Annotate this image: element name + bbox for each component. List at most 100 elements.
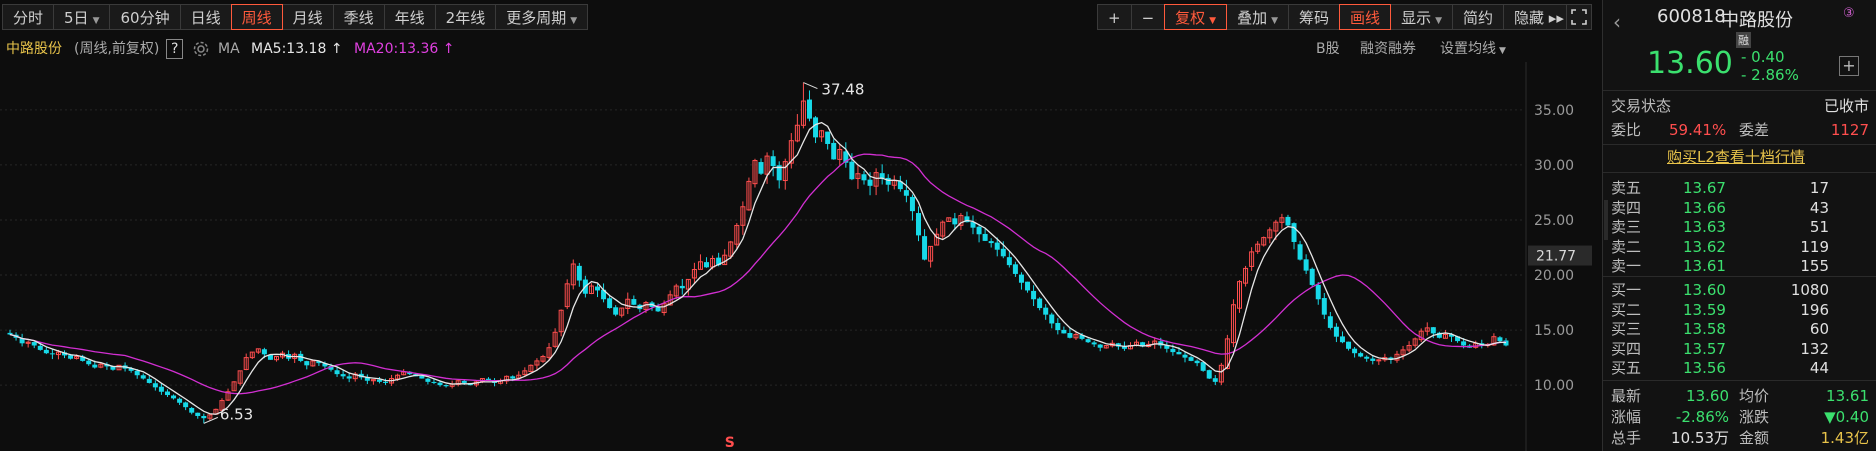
trade-status-value: 已收市: [1823, 97, 1869, 115]
candle-body: [825, 131, 831, 144]
bid-label: 买一: [1611, 281, 1642, 299]
period-button-label: 日线: [190, 9, 221, 27]
add-watchlist-button[interactable]: +: [1839, 56, 1859, 76]
stat-label: 涨幅: [1611, 408, 1642, 426]
candle-body: [1097, 344, 1103, 348]
ma20-line: [9, 153, 1507, 395]
candle-body: [146, 378, 152, 383]
tool-button-6[interactable]: 显示 ▼: [1390, 4, 1453, 30]
help-icon[interactable]: ?: [166, 39, 184, 59]
back-chevron-icon[interactable]: ‹: [1613, 10, 1621, 34]
ma-label: MA: [218, 41, 240, 57]
b-share-link[interactable]: B股: [1316, 38, 1340, 60]
quote-row: 卖五 13.67 17: [1603, 178, 1876, 198]
candle-body: [576, 265, 582, 281]
candle-body: [7, 332, 13, 335]
tool-button-4[interactable]: 筹码: [1288, 4, 1341, 30]
bid-label: 买五: [1611, 359, 1642, 377]
bid-label: 买二: [1611, 300, 1642, 319]
period-button-8[interactable]: 2年线: [434, 4, 497, 30]
period-button-9[interactable]: 更多周期 ▼: [495, 4, 589, 30]
quote-row: 卖二 13.62 119: [1603, 237, 1876, 257]
candle-body: [1012, 264, 1018, 274]
tool-button-7[interactable]: 简约: [1452, 4, 1505, 30]
period-button-6[interactable]: 季线: [332, 4, 385, 30]
period-button-7[interactable]: 年线: [383, 4, 436, 30]
signal-marker[interactable]: S: [725, 435, 735, 451]
candle-body: [631, 299, 637, 305]
ma20-value: MA20:13.36 ↑: [354, 41, 455, 57]
bid-volume: 196: [1800, 300, 1829, 319]
candle-body: [594, 286, 600, 291]
candle-body: [189, 407, 195, 413]
candle-body: [885, 177, 891, 185]
tool-button-8[interactable]: 隐藏 ▸▸: [1503, 4, 1575, 30]
candlestick-chart[interactable]: 35.00 30.00 25.00 20.00 15.00 10.00 21.77 37.48…: [0, 62, 1596, 451]
bid-label: 买三: [1611, 320, 1642, 338]
margin-badge: 融: [1736, 32, 1751, 48]
stat-value: 13.61: [1826, 387, 1869, 405]
divider: [1603, 276, 1876, 277]
period-button-3[interactable]: 日线: [179, 4, 232, 30]
candle-body: [849, 161, 855, 180]
weibi-value: 59.41%: [1669, 121, 1727, 139]
stat-value: 13.60: [1686, 387, 1729, 405]
candle-body: [1212, 378, 1218, 382]
set-ma-dropdown[interactable]: 设置均线 ▼: [1440, 38, 1506, 62]
stat-value: ▼0.40: [1824, 408, 1869, 426]
candle-body: [383, 381, 389, 383]
tool-button-5[interactable]: 画线: [1339, 4, 1392, 30]
bid-price: 13.56: [1683, 359, 1726, 377]
candle-body: [879, 173, 885, 179]
candle-body: [1170, 348, 1176, 353]
price-change-pct: - 2.86%: [1741, 66, 1799, 84]
candle-body: [867, 179, 873, 186]
tool-button-3[interactable]: 叠加 ▼: [1226, 4, 1290, 30]
stat-value: -2.86%: [1675, 408, 1729, 426]
ask-label: 卖五: [1611, 179, 1642, 197]
period-button-label: 更多周期: [506, 9, 567, 27]
candle-body: [152, 383, 158, 388]
fullscreen-icon[interactable]: [1566, 4, 1592, 30]
candle-body: [425, 378, 431, 382]
tool-button-1[interactable]: −: [1130, 4, 1166, 30]
tool-button-label: −: [1141, 9, 1155, 27]
bid-volume: 1080: [1790, 281, 1829, 299]
stat-value: 10.53万: [1671, 429, 1729, 447]
quote-panel: ‹ 600818 中路股份 ③ 融 13.60- 0.40- 2.86% + 交易状态 已收市委…: [1602, 0, 1876, 451]
period-button-5[interactable]: 月线: [281, 4, 334, 30]
ask-label: 卖三: [1611, 218, 1642, 236]
caret-down-icon: ▼: [1435, 16, 1442, 26]
candle-body: [831, 142, 837, 160]
divider: [1603, 172, 1876, 173]
candle-body: [1309, 268, 1315, 285]
quote-row: 卖四 13.66 43: [1603, 198, 1876, 218]
candle-body: [903, 190, 909, 196]
candle-body: [1430, 327, 1436, 334]
period-button-label: 周线: [241, 9, 272, 27]
period-button-1[interactable]: 5日 ▼: [53, 4, 111, 30]
candle-body: [1364, 356, 1370, 359]
divider: [1603, 90, 1876, 91]
candle-body: [195, 412, 201, 416]
tool-button-label: 画线: [1350, 9, 1381, 27]
scroll-handle-icon[interactable]: [1604, 200, 1608, 240]
candle-body: [304, 361, 310, 366]
weicha-label: 委差: [1739, 121, 1770, 139]
candle-body: [171, 395, 177, 399]
candle-body: [37, 345, 43, 350]
quote-row: 买三 13.58 60: [1603, 319, 1876, 339]
quote-row: 买二 13.59 196: [1603, 300, 1876, 320]
tool-button-0[interactable]: +: [1097, 4, 1132, 30]
tool-button-2[interactable]: 复权 ▼: [1164, 4, 1228, 30]
ask-price: 13.66: [1683, 198, 1726, 217]
quote-row: 最新 13.60 均价 13.61: [1603, 386, 1876, 406]
period-toolbar: 分时 5日 ▼ 60分钟 日线 周线 月线 季线 年线 2年线 更多周期 ▼: [2, 4, 589, 30]
period-button-0[interactable]: 分时: [2, 4, 55, 30]
candle-body: [92, 364, 98, 368]
margin-trading-link[interactable]: 融资融券: [1360, 38, 1416, 60]
period-button-2[interactable]: 60分钟: [109, 4, 181, 30]
stock-name-label: 中路股份: [6, 41, 62, 57]
period-button-4[interactable]: 周线: [230, 4, 283, 30]
l2-quote-link[interactable]: 购买L2查看十档行情: [1667, 147, 1805, 167]
